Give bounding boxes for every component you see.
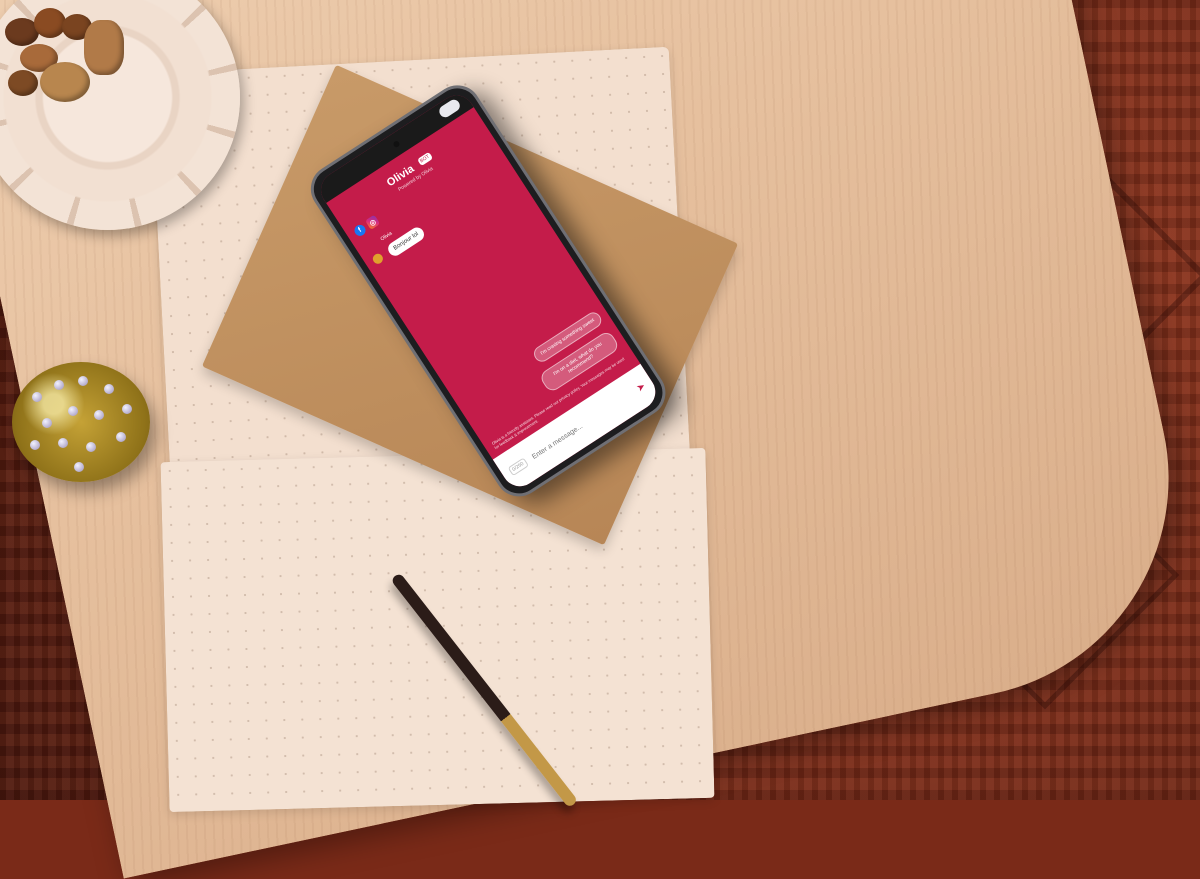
bot-avatar (370, 251, 385, 266)
gold-ornament (12, 362, 150, 482)
bot-badge: BOT (416, 151, 433, 167)
send-icon[interactable]: ➤ (635, 380, 648, 394)
character-counter: 0/250 (507, 457, 529, 477)
mixed-nuts (0, 0, 130, 120)
